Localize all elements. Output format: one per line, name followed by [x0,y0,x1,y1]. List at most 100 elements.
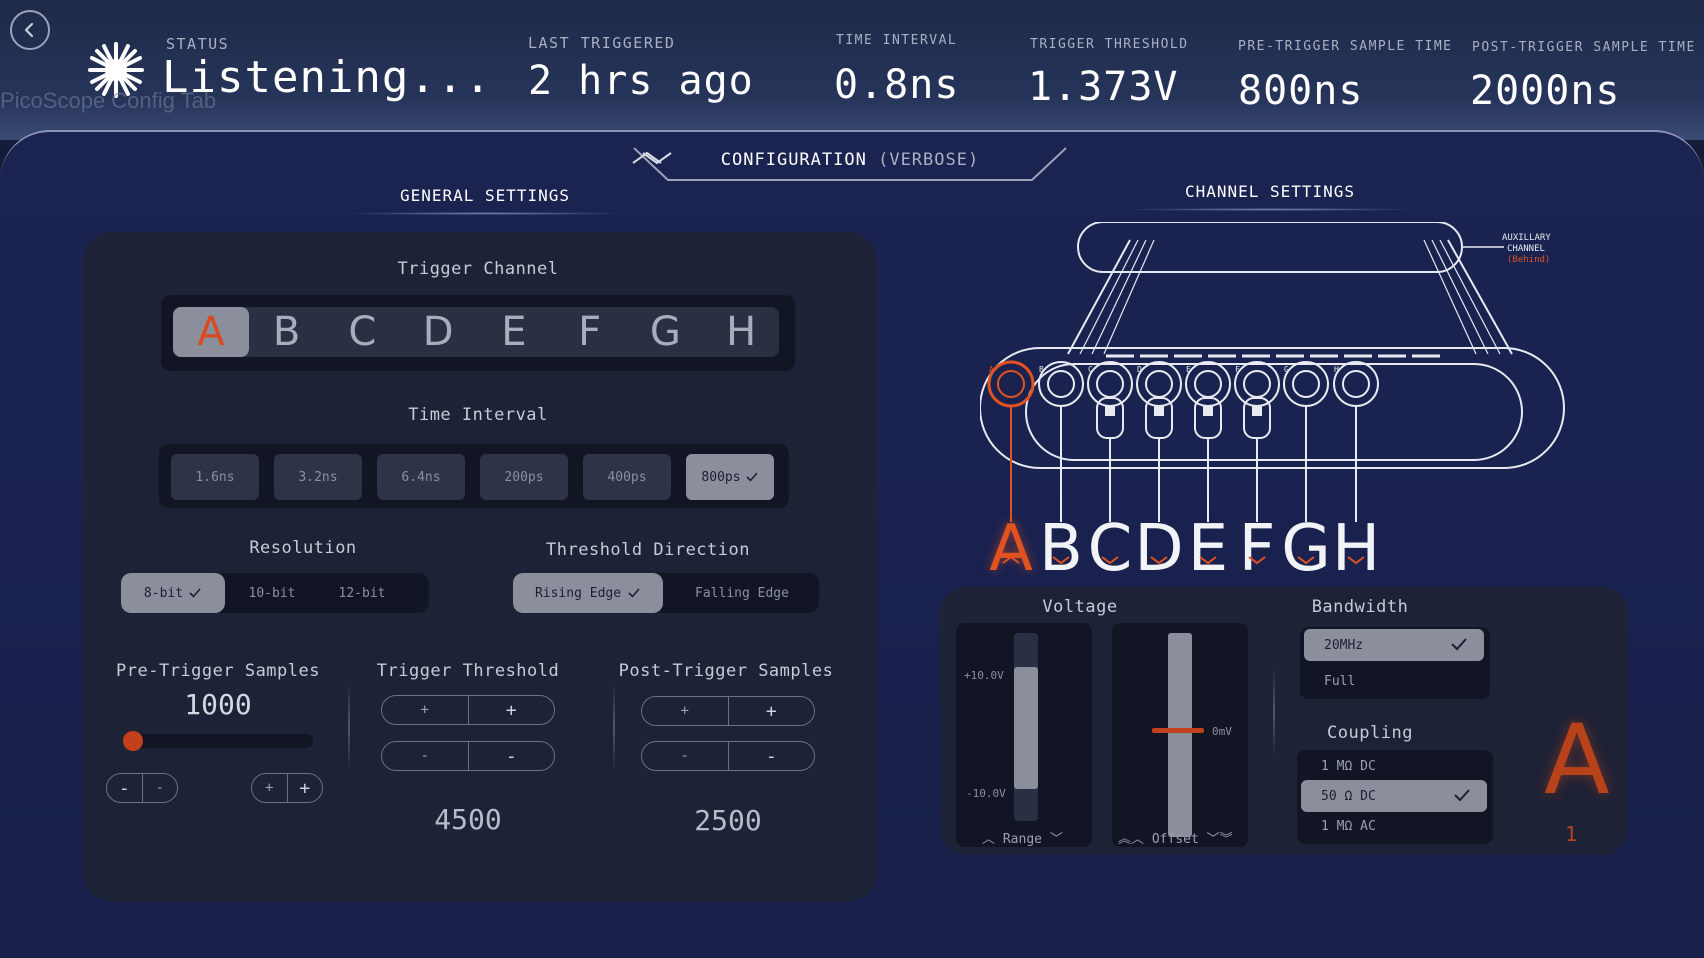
post-trigger-increment-group: + + [641,696,815,726]
channel-connector-g[interactable]: G [1283,361,1329,522]
channel-connector-h[interactable]: H [1333,361,1379,522]
chevron-up-icon[interactable] [984,550,1038,569]
chevron-down-icon[interactable]: ﹀ [1207,832,1220,847]
increment-large-button[interactable]: + [286,774,323,802]
range-fill[interactable] [1014,667,1038,789]
threshold-direction-label: Threshold Direction [546,540,750,560]
trigger-threshold-value: 1.373V [1028,64,1179,110]
trigger-channel-e[interactable]: E [476,307,552,357]
general-settings-title: GENERAL SETTINGS [340,186,630,215]
pre-trigger-slider[interactable] [123,731,313,751]
range-track[interactable] [1014,633,1038,821]
trigger-channel-c[interactable]: C [325,307,401,357]
chevron-down-icon[interactable] [1132,550,1186,569]
time-interval-option[interactable]: 3.2ns [274,454,362,500]
aux-label-line3: (Behind) [1507,255,1550,265]
chevron-down-icon[interactable] [1279,550,1333,569]
increment-large-button[interactable]: + [727,697,815,725]
increment-small-button[interactable]: + [382,696,468,724]
time-interval-label: TIME INTERVAL [836,33,958,48]
trigger-channel-f[interactable]: F [552,307,628,357]
trigger-channel-b[interactable]: B [249,307,325,357]
channel-connector-a[interactable]: A [987,360,1035,522]
chevron-up-icon[interactable]: ︿ [982,832,995,847]
trigger-channel-a[interactable]: A [173,307,249,357]
trigger-channel-d[interactable]: D [400,307,476,357]
channel-select-a[interactable]: A [984,512,1038,586]
bandwidth-option-selected[interactable]: 20MHz [1304,629,1484,661]
decrement-large-button[interactable]: - [727,742,815,770]
chevron-down-icon[interactable] [1230,550,1284,569]
resolution-option-selected[interactable]: 8-bit [121,573,225,613]
chevron-down-icon[interactable]: ﹀ [1050,832,1063,847]
threshold-decrement-group: - - [381,741,555,771]
trigger-channel-h[interactable]: H [703,307,779,357]
chevron-up-icon[interactable]: ︿ [1131,832,1144,847]
bandwidth-option[interactable]: Full [1304,665,1484,697]
decrement-small-button[interactable]: - [141,774,178,802]
chevron-down-icon[interactable] [1329,550,1383,569]
config-title: CONFIGURATION [720,150,867,170]
chevron-down-icon [642,152,672,165]
time-interval-option[interactable]: 400ps [583,454,671,500]
divider [613,682,615,772]
bandwidth-label: Bandwidth [1311,597,1409,617]
chevron-down-icon[interactable] [1181,550,1235,569]
resolution-option[interactable]: 12-bit [317,573,407,613]
coupling-option[interactable]: 1 MΩ DC [1301,750,1487,782]
bandwidth-option-label: 20MHz [1324,637,1364,653]
aux-label-line1: AUXILLARY [1502,233,1551,243]
post-trigger-time-value: 2000ns [1470,68,1621,114]
time-interval-option[interactable]: 1.6ns [171,454,259,500]
range-label: Range [1002,832,1042,847]
decrement-large-button[interactable]: - [467,742,555,770]
resolution-selector: 8-bit 10-bit 12-bit [121,573,429,613]
time-interval-option[interactable]: 6.4ns [377,454,465,500]
channel-select-h[interactable]: H [1329,512,1383,586]
slider-handle[interactable] [123,731,143,751]
channel-connector-c[interactable]: C [1087,361,1133,522]
channel-connector-d[interactable]: D [1136,361,1182,522]
channel-select-e[interactable]: E [1181,512,1235,586]
double-chevron-down-icon[interactable]: ︾ [1220,832,1233,847]
resolution-option[interactable]: 10-bit [227,573,317,613]
offset-handle[interactable] [1152,728,1204,733]
channel-connector-f[interactable]: F [1234,361,1280,522]
time-interval-option-selected[interactable]: 800ps [686,454,774,500]
increment-large-button[interactable]: + [467,696,555,724]
offset-track[interactable] [1168,633,1192,837]
decrement-small-button[interactable]: - [382,742,468,770]
decrement-small-button[interactable]: - [642,742,728,770]
time-interval-option[interactable]: 200ps [480,454,568,500]
channel-select-b[interactable]: B [1034,512,1088,586]
chevron-down-icon[interactable] [1034,550,1088,569]
check-icon [628,588,640,598]
chevron-down-icon[interactable] [1083,550,1137,569]
double-chevron-up-icon[interactable]: ︽ [1118,832,1131,847]
channel-select-g[interactable]: G [1279,512,1333,586]
back-button[interactable] [10,10,50,50]
trigger-channel-g[interactable]: G [628,307,704,357]
increment-small-button[interactable]: + [252,774,287,802]
increment-small-button[interactable]: + [642,697,728,725]
coupling-option-selected[interactable]: 50 Ω DC [1301,780,1487,812]
direction-option-selected[interactable]: Rising Edge [513,573,663,613]
status-label: STATUS [166,35,230,53]
pre-trigger-samples-label: Pre-Trigger Samples [116,661,320,681]
post-trigger-time-label: POST-TRIGGER SAMPLE TIME [1472,40,1696,55]
connector-label: A [989,365,994,374]
offset-fill [1168,633,1192,837]
decrement-large-button[interactable]: - [107,774,142,802]
connector-label: G [1284,365,1289,374]
direction-option[interactable]: Falling Edge [667,573,817,613]
channel-select-c[interactable]: C [1083,512,1137,586]
channel-select-f[interactable]: F [1230,512,1284,586]
configuration-toggle[interactable]: CONFIGURATION (VERBOSE) [630,132,1070,184]
status-header: STATUS Listening... LAST TRIGGERED 2 hrs… [0,0,1704,140]
offset-label: Offset [1151,832,1199,847]
channel-connector-b[interactable]: B [1038,361,1084,522]
channel-connector-e[interactable]: E [1185,361,1231,522]
coupling-option[interactable]: 1 MΩ AC [1301,810,1487,842]
channel-select-d[interactable]: D [1132,512,1186,586]
last-triggered-value: 2 hrs ago [528,58,754,104]
